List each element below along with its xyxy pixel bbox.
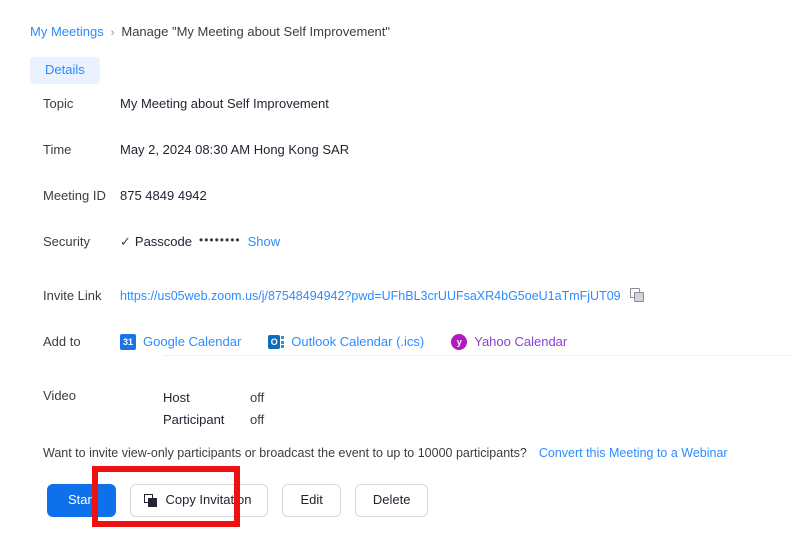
- breadcrumb: My Meetings › Manage "My Meeting about Sel…: [30, 23, 390, 42]
- add-to-label: Add to: [43, 334, 81, 349]
- outlook-calendar-icon-letter: O: [268, 335, 281, 349]
- webinar-notice-text: Want to invite view-only participants or…: [43, 446, 527, 460]
- outlook-calendar-icon: O: [268, 334, 285, 350]
- passcode-masked-value: ••••••••: [199, 233, 241, 247]
- video-label: Video: [43, 388, 77, 403]
- topic-label: Topic: [43, 96, 74, 111]
- detail-row-meeting-id: Meeting ID 875 4849 4942: [0, 187, 800, 208]
- section-divider: [163, 355, 792, 356]
- time-value: May 2, 2024 08:30 AM Hong Kong SAR: [120, 142, 350, 157]
- delete-button[interactable]: Delete: [354, 484, 429, 517]
- add-to-value: 31 Google Calendar O Outlook Calendar (.…: [120, 333, 800, 351]
- add-to-yahoo-calendar[interactable]: y Yahoo Calendar: [451, 333, 567, 351]
- meeting-details-list: Topic My Meeting about Self Improvement …: [0, 95, 800, 354]
- video-participant-row: Participant off: [163, 409, 264, 431]
- topic-value: My Meeting about Self Improvement: [120, 96, 329, 111]
- copy-invitation-button[interactable]: Copy Invitation: [130, 484, 269, 517]
- copy-icon: [144, 493, 158, 507]
- detail-row-add-to: Add to 31 Google Calendar O Outlook Cale…: [0, 333, 800, 354]
- passcode-label: Passcode: [134, 234, 192, 249]
- copy-invitation-label: Copy Invitation: [165, 492, 252, 507]
- video-host-row: Host off: [163, 387, 264, 409]
- video-host-label: Host: [163, 390, 190, 405]
- security-value: ✓ Passcode •••••••• Show: [120, 233, 800, 251]
- invite-link-label: Invite Link: [43, 288, 102, 303]
- invite-link-url[interactable]: https://us05web.zoom.us/j/87548494942?pw…: [120, 289, 621, 303]
- google-calendar-icon: 31: [120, 334, 136, 350]
- action-button-bar: Start Copy Invitation Edit Delete: [47, 484, 429, 517]
- video-participant-label: Participant: [163, 412, 225, 427]
- edit-button[interactable]: Edit: [282, 484, 341, 517]
- calendar-links: 31 Google Calendar O Outlook Calendar (.…: [120, 333, 800, 351]
- time-label: Time: [43, 142, 72, 157]
- meeting-id-label: Meeting ID: [43, 188, 106, 203]
- detail-row-topic: Topic My Meeting about Self Improvement: [0, 95, 800, 116]
- check-icon: ✓: [120, 234, 131, 249]
- invite-link-value: https://us05web.zoom.us/j/87548494942?pw…: [120, 287, 800, 305]
- add-to-google-calendar[interactable]: 31 Google Calendar: [120, 333, 241, 351]
- google-calendar-label: Google Calendar: [143, 334, 242, 349]
- meeting-id-value: 875 4849 4942: [120, 188, 207, 203]
- add-to-outlook-calendar[interactable]: O Outlook Calendar (.ics): [268, 333, 424, 351]
- detail-row-time: Time May 2, 2024 08:30 AM Hong Kong SAR: [0, 141, 800, 162]
- yahoo-calendar-icon: y: [451, 334, 468, 350]
- webinar-notice: Want to invite view-only participants or…: [43, 445, 728, 462]
- detail-row-security: Security ✓ Passcode •••••••• Show: [0, 233, 800, 254]
- yahoo-calendar-label: Yahoo Calendar: [474, 334, 568, 349]
- outlook-calendar-label: Outlook Calendar (.ics): [291, 334, 425, 349]
- breadcrumb-separator-icon: ›: [110, 27, 115, 39]
- breadcrumb-current: Manage "My Meeting about Self Improvemen…: [121, 24, 391, 39]
- video-settings: Host off Participant off: [163, 387, 264, 431]
- video-participant-value: off: [250, 412, 265, 427]
- video-host-value: off: [250, 390, 265, 405]
- breadcrumb-link-my-meetings[interactable]: My Meetings: [30, 24, 104, 39]
- copy-icon[interactable]: [629, 288, 644, 302]
- start-button[interactable]: Start: [47, 484, 117, 517]
- security-label: Security: [43, 234, 90, 249]
- tab-bar: Details: [30, 57, 100, 84]
- tab-details[interactable]: Details: [30, 57, 100, 84]
- detail-row-invite-link: Invite Link https://us05web.zoom.us/j/87…: [0, 287, 800, 308]
- show-passcode-link[interactable]: Show: [248, 234, 281, 249]
- convert-to-webinar-link[interactable]: Convert this Meeting to a Webinar: [539, 446, 728, 460]
